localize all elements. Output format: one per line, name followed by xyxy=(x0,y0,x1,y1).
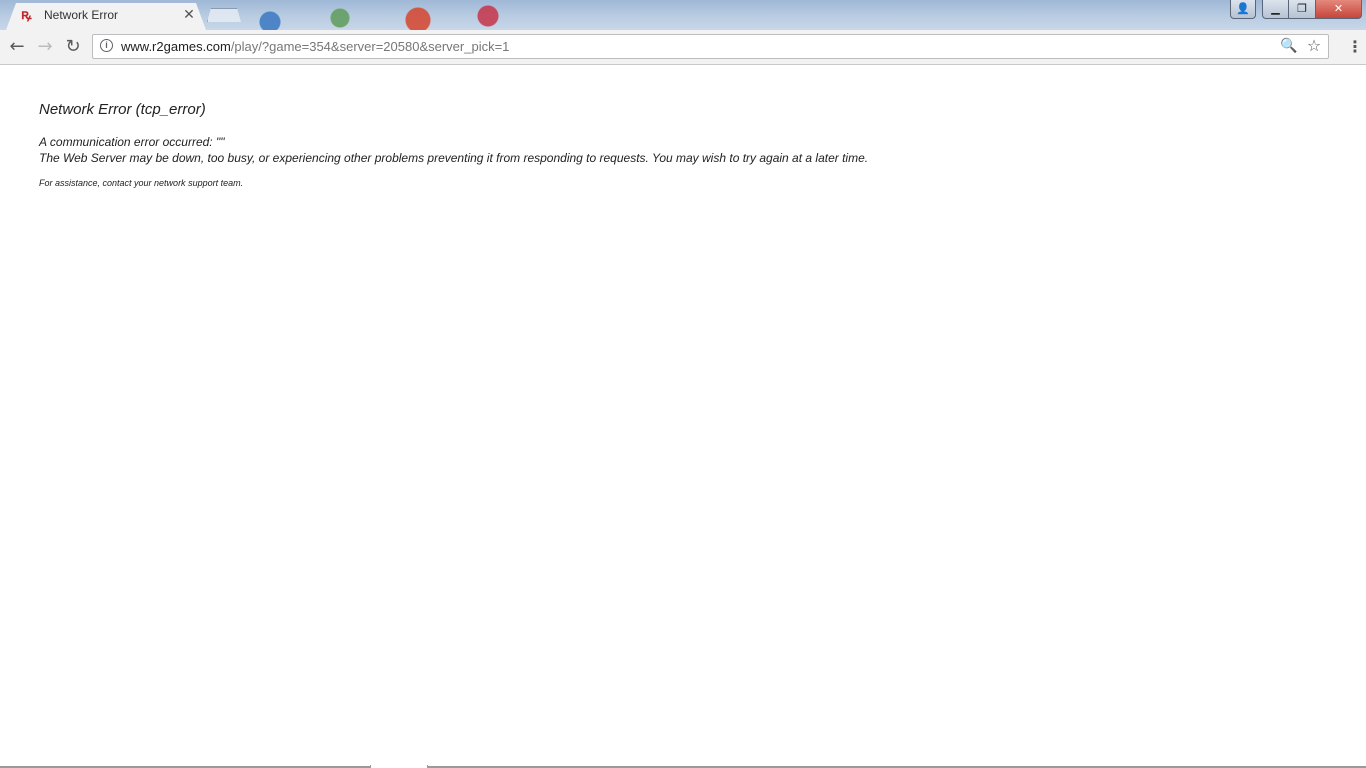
close-window-button[interactable]: ✕ xyxy=(1316,0,1362,19)
zoom-icon[interactable]: 🔍 xyxy=(1280,37,1298,55)
browser-toolbar: ← → ↻ i www.r2games.com/play/?game=354&s… xyxy=(0,30,1366,65)
menu-kebab-icon[interactable]: ⋮ xyxy=(1347,36,1363,58)
tab-title: Network Error xyxy=(44,8,119,22)
address-bar[interactable]: i www.r2games.com/play/?game=354&server=… xyxy=(92,34,1329,59)
window-controls: 👤 ▁ ❐ ✕ xyxy=(1230,0,1362,20)
error-message: A communication error occurred: "" xyxy=(39,135,225,149)
page-title: Network Error (tcp_error) xyxy=(39,101,206,118)
new-tab-button[interactable] xyxy=(207,8,241,22)
profile-button[interactable]: 👤 xyxy=(1230,0,1256,19)
minimize-button[interactable]: ▁ xyxy=(1262,0,1289,19)
site-info-icon[interactable]: i xyxy=(100,39,113,52)
reload-icon[interactable]: ↻ xyxy=(61,35,85,59)
tab-close-icon[interactable]: ✕ xyxy=(180,6,198,24)
r2-games-favicon-icon: ꝶ xyxy=(21,7,32,23)
maximize-button[interactable]: ❐ xyxy=(1289,0,1316,19)
back-arrow-icon[interactable]: ← xyxy=(5,35,29,59)
title-bar: ꝶ Network Error ✕ 👤 ▁ ❐ ✕ xyxy=(0,0,1366,30)
theme-background xyxy=(230,0,1230,30)
forward-arrow-icon[interactable]: → xyxy=(33,35,57,59)
url-path: /play/?game=354&server=20580&server_pick… xyxy=(230,39,510,54)
bookmark-star-icon[interactable]: ☆ xyxy=(1305,37,1323,55)
url-host: www.r2games.com xyxy=(121,39,231,54)
assistance-note: For assistance, contact your network sup… xyxy=(39,178,244,188)
page-content: Network Error (tcp_error) A communicatio… xyxy=(0,66,1366,766)
error-description: The Web Server may be down, too busy, or… xyxy=(39,151,869,165)
url-text[interactable]: www.r2games.com/play/?game=354&server=20… xyxy=(121,39,509,55)
